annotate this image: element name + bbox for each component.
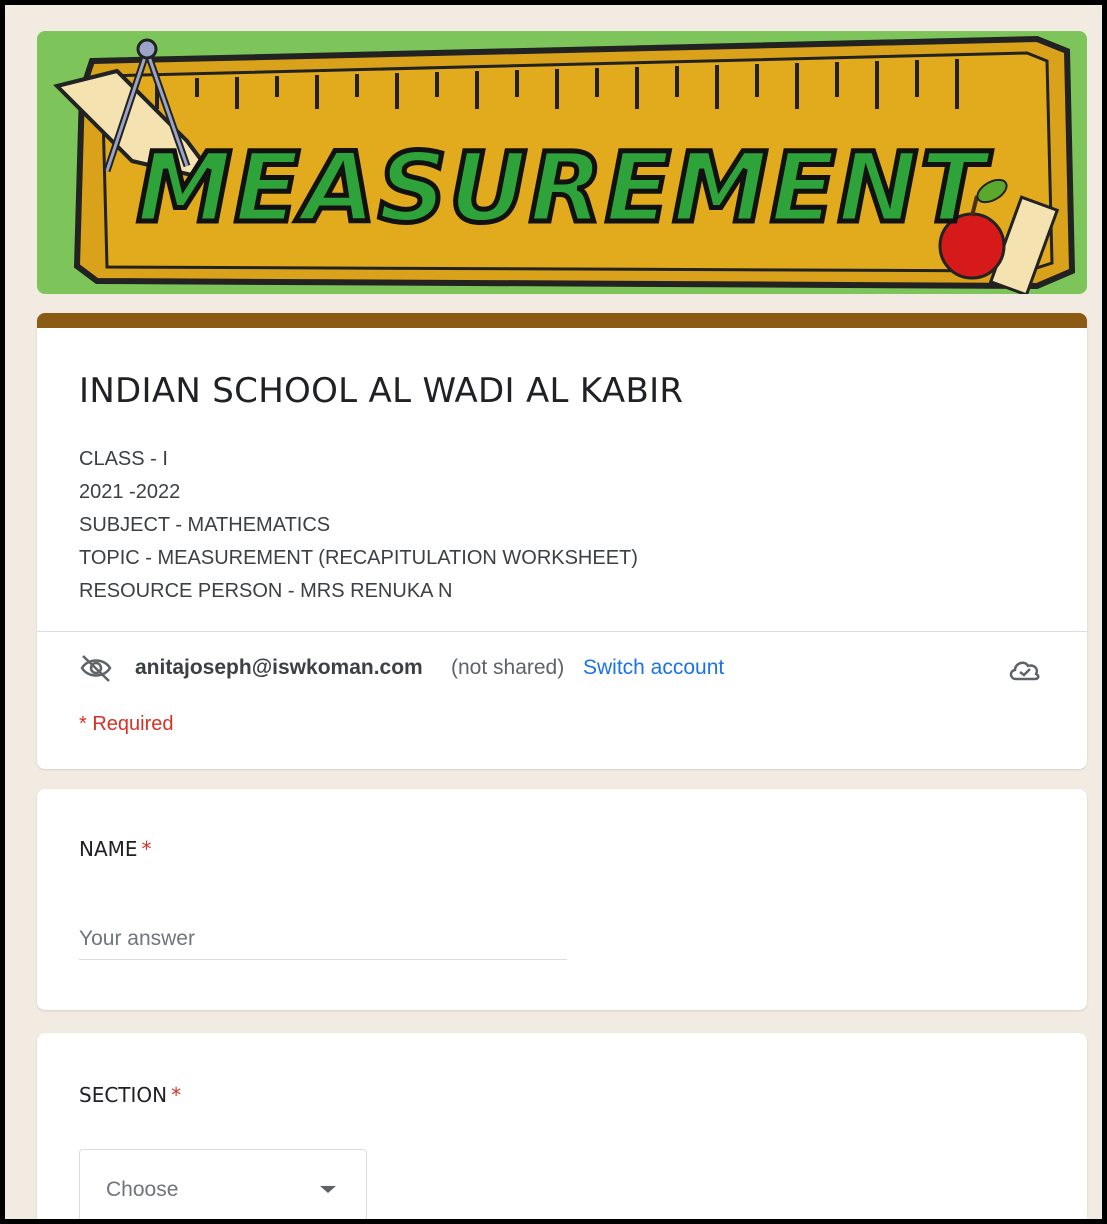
description-line: SUBJECT - MATHEMATICS [79, 514, 331, 536]
form-description: CLASS - I 2021 -2022 SUBJECT - MATHEMATI… [79, 443, 979, 608]
required-note: * Required [79, 713, 174, 735]
form-header-card: INDIAN SCHOOL AL WADI AL KABIR CLASS - I… [37, 313, 1087, 769]
cloud-saved-icon [1009, 661, 1040, 681]
switch-account-link[interactable]: Switch account [583, 656, 724, 680]
description-line: RESOURCE PERSON - MRS RENUKA N [79, 580, 453, 602]
not-shared-label: (not shared) [451, 656, 565, 679]
section-dropdown[interactable]: Choose [79, 1149, 367, 1219]
question-card-name: NAME * [37, 789, 1087, 1010]
required-star: * [171, 1083, 182, 1107]
account-row: anitajoseph@iswkoman.com (not shared) Sw… [79, 653, 1059, 683]
dropdown-arrow-icon [320, 1186, 336, 1193]
required-star: * [141, 837, 152, 861]
name-answer-input[interactable] [79, 919, 567, 960]
question-card-section: SECTION * Choose [37, 1033, 1087, 1219]
question-title: NAME [79, 837, 138, 861]
accent-bar [37, 313, 1087, 328]
page-frame: MEASUREMENT INDIAN SCHOOL AL WADI AL KAB… [5, 5, 1102, 1219]
description-line: TOPIC - MEASUREMENT (RECAPITULATION WORK… [79, 547, 638, 569]
question-title: SECTION [79, 1083, 168, 1107]
header-banner-image: MEASUREMENT [37, 31, 1087, 294]
question-label-section: SECTION * [79, 1083, 181, 1107]
banner-word: MEASUREMENT [137, 132, 992, 244]
description-line: CLASS - I [79, 448, 168, 470]
divider [37, 631, 1087, 632]
account-email: anitajoseph@iswkoman.com [135, 656, 423, 679]
form-title: INDIAN SCHOOL AL WADI AL KABIR [79, 371, 684, 411]
question-label-name: NAME * [79, 837, 152, 861]
description-line: 2021 -2022 [79, 481, 181, 503]
dropdown-value: Choose [106, 1178, 179, 1201]
not-shared-eye-icon [80, 655, 112, 682]
